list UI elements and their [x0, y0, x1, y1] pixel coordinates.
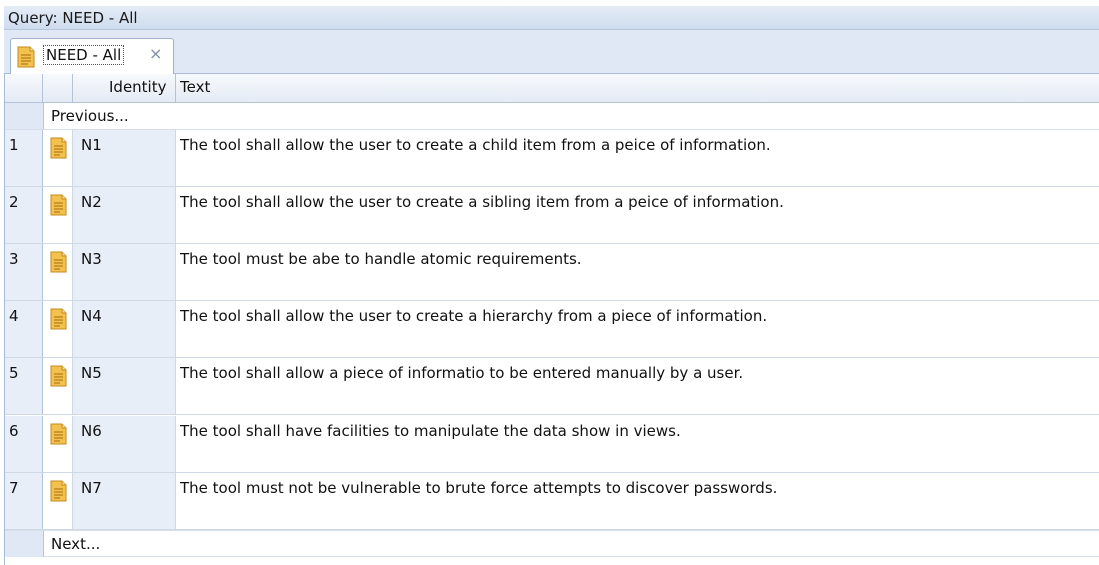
text-cell[interactable]: The tool shall allow a piece of informat… — [176, 358, 1099, 414]
table-row[interactable]: 5 N5 The tool shall allow a piece of infor… — [5, 358, 1099, 416]
next-row[interactable]: Next... — [5, 530, 1099, 557]
text-cell[interactable]: The tool must be abe to handle atomic re… — [176, 244, 1099, 300]
tab-need-all[interactable]: NEED - All × — [10, 38, 174, 74]
row-icon-cell — [43, 187, 73, 244]
row-icon-cell — [43, 130, 73, 186]
document-icon — [50, 308, 67, 330]
grid-header: Identity Text — [5, 74, 1099, 103]
table-row[interactable]: 1 N1 The tool shall allow the user to crea… — [5, 130, 1099, 187]
document-icon — [50, 137, 67, 159]
header-row-number[interactable] — [5, 74, 43, 102]
row-icon-cell — [43, 415, 73, 472]
row-number[interactable]: 4 — [5, 301, 43, 358]
query-title-bar: Query: NEED - All — [4, 6, 1099, 30]
document-icon — [50, 423, 67, 444]
next-link[interactable]: Next... — [51, 535, 100, 553]
document-icon — [50, 480, 67, 502]
row-number[interactable]: 1 — [5, 130, 43, 186]
table-row[interactable]: 6 N6 The tool shall have facilities to man… — [5, 415, 1099, 473]
table-row[interactable]: 2 N2 The tool shall allow the user to crea… — [5, 187, 1099, 245]
header-text[interactable]: Text — [176, 74, 1099, 102]
next-gutter — [5, 531, 44, 557]
table-row[interactable]: 3 N3 The tool must be abe to handle atomic… — [5, 244, 1099, 302]
close-icon[interactable]: × — [149, 44, 162, 63]
previous-link[interactable]: Previous... — [51, 107, 129, 125]
text-cell[interactable]: The tool shall allow the user to create … — [176, 301, 1099, 357]
results-grid: Identity Text Previous... 1 N1 The tool sh… — [4, 74, 1099, 565]
table-row[interactable]: 7 N7 The tool must not be vulnerable to br… — [5, 472, 1099, 530]
identity-cell[interactable]: N6 — [73, 415, 176, 472]
row-icon-cell — [43, 358, 73, 415]
document-icon — [50, 365, 67, 387]
identity-cell[interactable]: N3 — [73, 244, 176, 301]
identity-cell[interactable]: N5 — [73, 358, 176, 415]
row-number[interactable]: 5 — [5, 358, 43, 415]
identity-cell[interactable]: N2 — [73, 187, 176, 244]
header-identity[interactable]: Identity — [73, 74, 176, 102]
identity-cell[interactable]: N4 — [73, 301, 176, 358]
row-number[interactable]: 7 — [5, 472, 43, 529]
row-number[interactable]: 3 — [5, 244, 43, 301]
previous-row[interactable]: Previous... — [5, 103, 1099, 130]
header-icon[interactable] — [43, 74, 73, 102]
row-icon-cell — [43, 472, 73, 529]
tab-strip: NEED - All × — [4, 30, 1099, 74]
identity-cell[interactable]: N1 — [73, 130, 176, 186]
row-number[interactable]: 6 — [5, 415, 43, 472]
document-icon — [50, 251, 67, 273]
table-row[interactable]: 4 N4 The tool shall allow the user to crea… — [5, 301, 1099, 359]
text-cell[interactable]: The tool shall allow the user to create … — [176, 130, 1099, 186]
previous-gutter — [5, 103, 44, 129]
document-icon — [17, 46, 35, 68]
text-cell[interactable]: The tool must not be vulnerable to brute… — [176, 473, 1099, 529]
top-edge — [0, 0, 1099, 5]
identity-cell[interactable]: N7 — [73, 472, 176, 529]
query-title: Query: NEED - All — [8, 9, 138, 27]
text-cell[interactable]: The tool shall have facilities to manipu… — [176, 416, 1099, 472]
row-icon-cell — [43, 244, 73, 301]
tab-label: NEED - All — [43, 45, 125, 65]
document-icon — [50, 194, 67, 216]
text-cell[interactable]: The tool shall allow the user to create … — [176, 187, 1099, 243]
row-icon-cell — [43, 301, 73, 358]
row-number[interactable]: 2 — [5, 187, 43, 244]
